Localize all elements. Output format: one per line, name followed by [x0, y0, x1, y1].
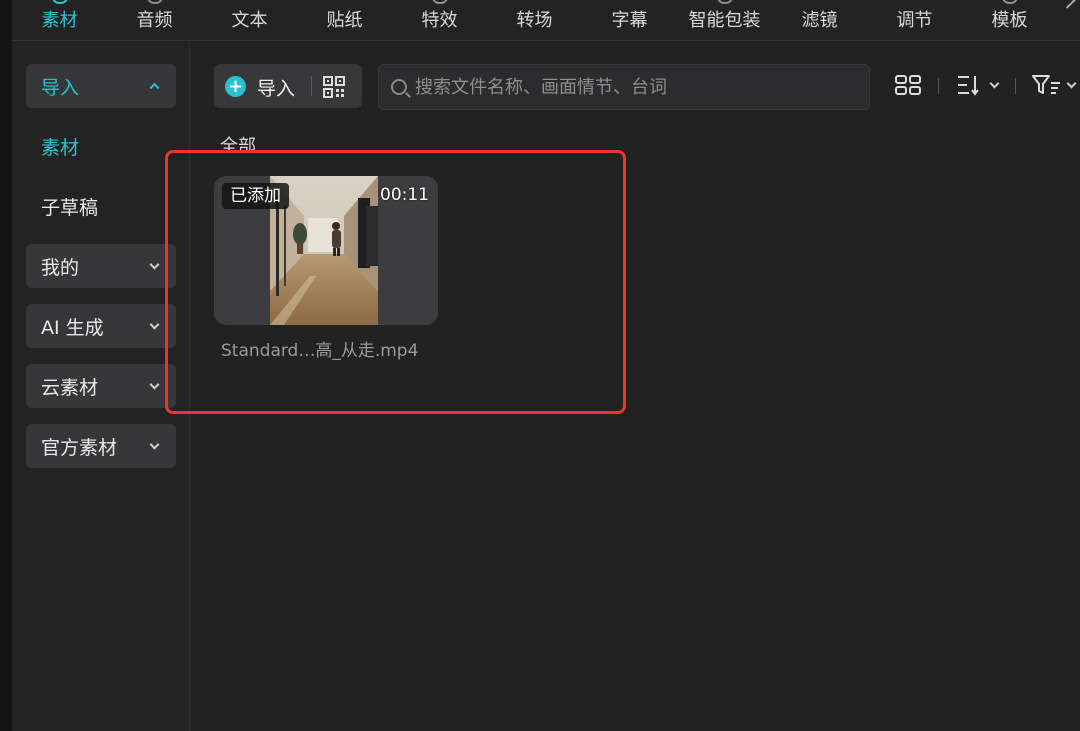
filter-icon[interactable]	[1032, 74, 1062, 96]
tab-label: 滤镜	[801, 10, 838, 31]
media-icon	[51, 0, 68, 4]
sidebar-item-label: 官方素材	[41, 436, 118, 459]
sidebar-item-cloud-media[interactable]: 云素材	[26, 364, 176, 408]
section-title: 全部	[220, 136, 256, 152]
window-edge	[0, 0, 12, 731]
media-filename: Standard…高_从走.mp4	[221, 341, 419, 361]
tab-label: 音频	[136, 10, 173, 31]
tab-label: 调节	[896, 10, 933, 31]
sidebar-item-label: 我的	[41, 256, 80, 279]
tab-smart-packaging[interactable]: 智能包装	[677, 0, 772, 38]
grid-view-icon[interactable]	[895, 74, 921, 96]
sidebar-item-official-media[interactable]: 官方素材	[26, 424, 176, 468]
search-icon	[391, 79, 407, 95]
sidebar-item-media[interactable]: 素材	[26, 124, 176, 168]
divider	[1015, 78, 1016, 94]
sidebar-item-label: 子草稿	[41, 196, 99, 219]
chevron-down-icon[interactable]	[989, 78, 1000, 89]
sidebar-item-label: 云素材	[41, 376, 99, 399]
added-badge: 已添加	[222, 183, 289, 209]
search-box	[378, 64, 870, 110]
import-label: 导入	[257, 78, 296, 100]
chevron-down-icon	[149, 439, 160, 450]
import-button[interactable]: + 导入	[214, 64, 362, 108]
chevron-down-icon	[149, 319, 160, 330]
media-thumbnail[interactable]: 已添加 00:11	[214, 176, 438, 325]
tab-audio[interactable]: 音频	[107, 0, 202, 38]
sidebar-item-sub-draft[interactable]: 子草稿	[26, 184, 176, 228]
sidebar-item-import[interactable]: 导入	[26, 64, 176, 108]
sidebar-item-label: AI 生成	[41, 316, 104, 339]
tab-label: 模板	[991, 10, 1028, 31]
video-duration: 00:11	[380, 185, 429, 205]
tab-label: 素材	[41, 10, 78, 31]
tab-filters[interactable]: 滤镜	[772, 0, 867, 38]
audio-icon	[146, 0, 163, 4]
tab-label: 字幕	[611, 10, 648, 31]
tab-effects[interactable]: 特效	[392, 0, 487, 38]
sort-icon[interactable]	[957, 74, 983, 96]
tab-adjust[interactable]: 调节	[867, 0, 962, 38]
sidebar-item-label: 素材	[41, 136, 80, 159]
tab-label: 特效	[421, 10, 458, 31]
tab-stickers[interactable]: 贴纸	[297, 0, 392, 38]
tab-media[interactable]: 素材	[12, 0, 107, 38]
tab-transitions[interactable]: 转场	[487, 0, 582, 38]
app-window: 素材 音频 文本 贴纸 特效 转场 字幕 智能包装 滤镜 调节 模板 导入 素材…	[0, 0, 1080, 731]
sidebar: 导入 素材 子草稿 我的 AI 生成 云素材 官方素材	[12, 42, 190, 731]
sidebar-item-ai-generate[interactable]: AI 生成	[26, 304, 176, 348]
tab-text[interactable]: 文本	[202, 0, 297, 38]
divider	[311, 76, 312, 96]
qr-code-icon[interactable]	[322, 75, 346, 99]
divider	[938, 78, 939, 94]
tab-templates[interactable]: 模板	[962, 0, 1057, 38]
plus-circle-icon: +	[225, 76, 246, 97]
tab-label: 转场	[516, 10, 553, 31]
tab-label: 文本	[231, 10, 268, 31]
media-card[interactable]: 已添加 00:11	[214, 176, 438, 325]
search-input[interactable]	[415, 65, 869, 109]
tab-label: 贴纸	[326, 10, 363, 31]
top-tab-bar: 素材 音频 文本 贴纸 特效 转场 字幕 智能包装 滤镜 调节 模板	[12, 0, 1080, 41]
chevron-down-icon	[149, 379, 160, 390]
effects-icon	[431, 0, 448, 4]
chevron-down-icon[interactable]	[1066, 78, 1077, 89]
templates-icon	[1001, 0, 1018, 4]
smart-packaging-icon	[716, 0, 733, 4]
sidebar-item-mine[interactable]: 我的	[26, 244, 176, 288]
tab-captions[interactable]: 字幕	[582, 0, 677, 38]
sidebar-item-label: 导入	[41, 76, 80, 99]
collapse-caret-icon[interactable]	[1060, 0, 1076, 9]
tab-label: 智能包装	[688, 10, 761, 31]
chevron-down-icon	[149, 259, 160, 270]
chevron-up-icon	[149, 82, 160, 93]
